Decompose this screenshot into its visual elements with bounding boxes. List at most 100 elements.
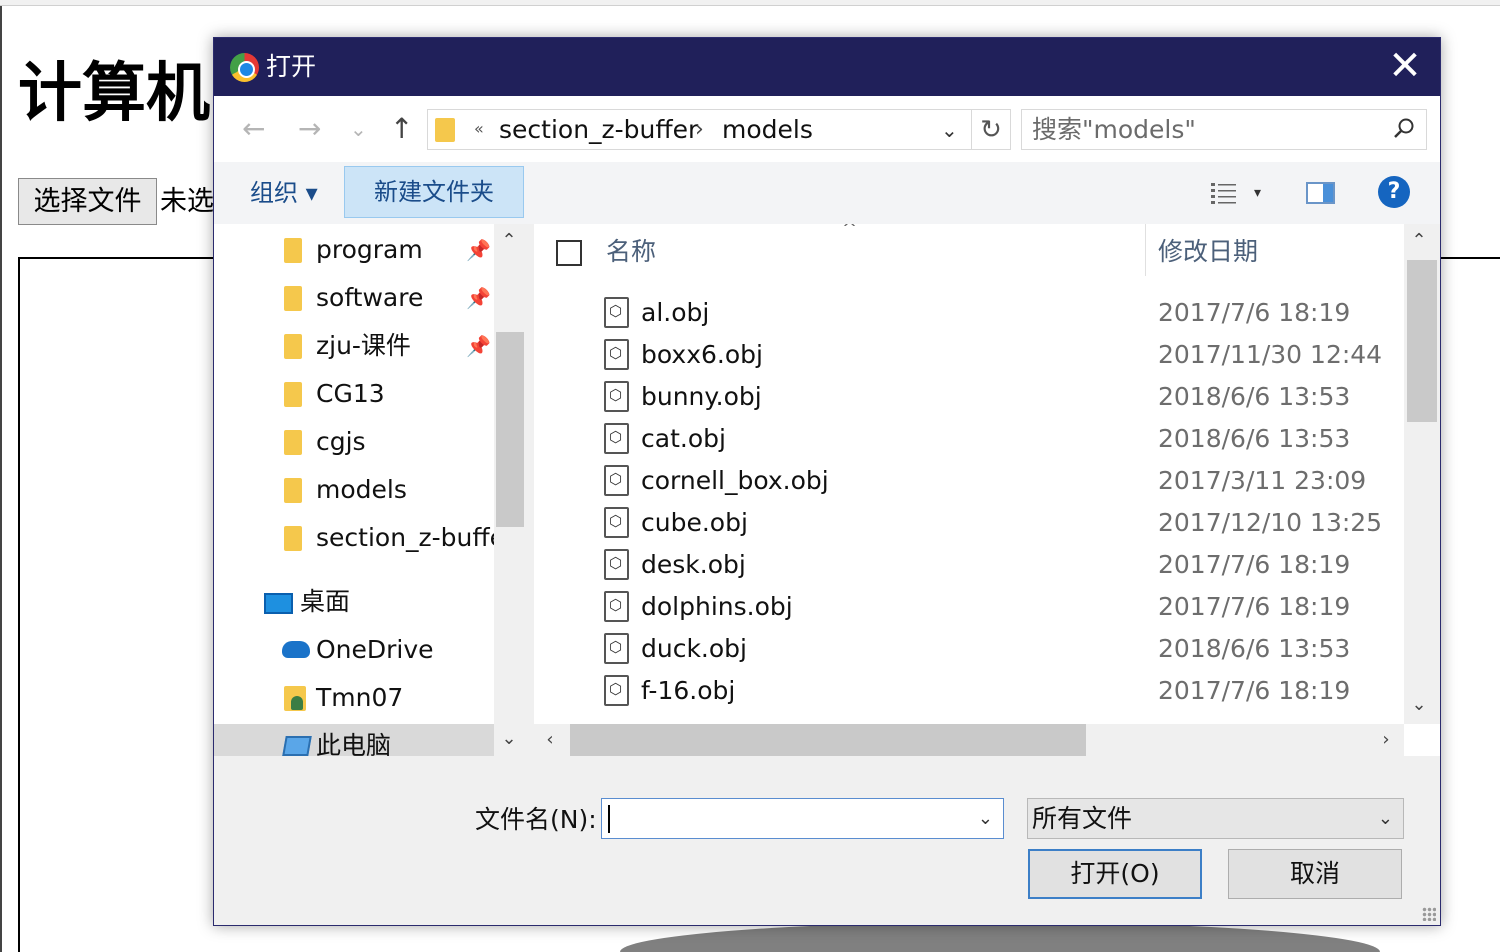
back-arrow-icon[interactable]: ← <box>242 110 265 148</box>
recent-locations-icon[interactable]: ⌄ <box>350 110 367 148</box>
obj-file-icon <box>604 423 629 454</box>
filename-input[interactable]: ⌄ <box>601 798 1004 839</box>
file-list-vertical-scrollbar[interactable]: ⌃ ⌄ <box>1404 224 1440 724</box>
file-date: 2017/7/6 18:19 <box>1158 298 1351 327</box>
sidebar-item-user[interactable]: Tmn07 <box>214 676 494 722</box>
search-icon[interactable] <box>1392 117 1416 141</box>
column-divider[interactable] <box>1145 224 1146 276</box>
dialog-titlebar[interactable]: 打开 ✕ <box>214 38 1440 96</box>
folder-icon <box>284 478 302 503</box>
help-icon[interactable]: ? <box>1378 176 1410 208</box>
breadcrumb-separator-icon[interactable]: › <box>695 112 704 148</box>
choose-file-button[interactable]: 选择文件 <box>18 178 157 225</box>
column-header-date-modified[interactable]: 修改日期 <box>1158 234 1258 270</box>
sidebar-item-desktop[interactable]: 桌面 <box>214 580 494 626</box>
column-header-name[interactable]: 名称 <box>606 234 656 270</box>
desktop-icon <box>264 593 293 614</box>
file-name: cornell_box.obj <box>641 466 829 495</box>
dialog-footer: 文件名(N): ⌄ 所有文件 ⌄ 打开(O) 取消 <box>214 756 1440 925</box>
sidebar-item-cgjs[interactable]: cgjs <box>214 420 494 466</box>
breadcrumb-models[interactable]: models <box>722 112 813 148</box>
file-row[interactable]: al.obj 2017/7/6 18:19 <box>534 292 1404 334</box>
scrollbar-thumb[interactable] <box>496 332 524 527</box>
scroll-left-icon[interactable]: ‹ <box>534 724 566 756</box>
obj-file-icon <box>604 675 629 706</box>
sidebar-item-onedrive[interactable]: OneDrive <box>214 628 494 674</box>
obj-file-icon <box>604 465 629 496</box>
sidebar-item-models[interactable]: models <box>214 468 494 514</box>
sidebar-item-software[interactable]: software 📌 <box>214 276 494 322</box>
address-overflow-icon[interactable]: « <box>474 114 484 144</box>
sort-ascending-icon: ^ <box>842 224 858 239</box>
file-row[interactable]: duck.obj 2018/6/6 13:53 <box>534 628 1404 670</box>
file-date: 2017/7/6 18:19 <box>1158 592 1351 621</box>
folder-icon <box>435 118 455 142</box>
sidebar-item-this-pc[interactable]: 此电脑 <box>214 724 494 756</box>
sidebar-item-label: models <box>316 475 407 504</box>
file-row[interactable]: bunny.obj 2018/6/6 13:53 <box>534 376 1404 418</box>
filename-dropdown-icon[interactable]: ⌄ <box>978 802 993 836</box>
filename-label: 文件名(N): <box>475 805 597 834</box>
user-folder-icon <box>284 686 306 711</box>
file-row[interactable]: f-16.obj 2017/7/6 18:19 <box>534 670 1404 712</box>
navigation-pane: program 📌 software 📌 zju-课件 📌 CG13 cgjs <box>214 224 524 756</box>
file-row[interactable]: cat.obj 2018/6/6 13:53 <box>534 418 1404 460</box>
sidebar-item-section-z-buffer[interactable]: section_z-buffe <box>214 516 505 562</box>
no-file-chosen-text: 未选 <box>160 186 214 217</box>
file-row[interactable]: cube.obj 2017/12/10 13:25 <box>534 502 1404 544</box>
organize-button[interactable]: 组织 ▾ <box>250 176 318 210</box>
search-box[interactable] <box>1021 109 1427 150</box>
file-list-horizontal-scrollbar[interactable]: ‹ › <box>534 724 1404 756</box>
file-row[interactable]: boxx6.obj 2017/11/30 12:44 <box>534 334 1404 376</box>
file-type-select[interactable]: 所有文件 ⌄ <box>1027 798 1404 839</box>
obj-file-icon <box>604 591 629 622</box>
select-all-checkbox[interactable] <box>556 240 582 266</box>
search-input[interactable] <box>1032 111 1372 148</box>
close-button[interactable]: ✕ <box>1370 38 1440 96</box>
computer-icon <box>282 736 312 756</box>
scroll-up-icon[interactable]: ⌃ <box>494 226 524 256</box>
scroll-down-icon[interactable]: ⌄ <box>1404 690 1434 720</box>
sidebar-item-label: zju-课件 <box>316 331 411 360</box>
cancel-button[interactable]: 取消 <box>1228 849 1402 899</box>
file-name: duck.obj <box>641 634 747 663</box>
dialog-title: 打开 <box>266 52 317 81</box>
sidebar-item-label: Tmn07 <box>316 683 404 712</box>
view-dropdown-icon[interactable]: ▾ <box>1254 178 1261 208</box>
obj-file-icon <box>604 549 629 580</box>
address-dropdown-icon[interactable]: ⌄ <box>941 112 958 148</box>
scroll-up-icon[interactable]: ⌃ <box>1404 226 1434 256</box>
file-row[interactable]: desk.obj 2017/7/6 18:19 <box>534 544 1404 586</box>
address-bar[interactable]: « section_z-buffer › models ⌄ <box>427 109 972 150</box>
file-row[interactable]: cornell_box.obj 2017/3/11 23:09 <box>534 460 1404 502</box>
preview-pane-icon[interactable] <box>1306 182 1335 204</box>
breadcrumb-section-z-buffer[interactable]: section_z-buffer <box>499 112 698 148</box>
resize-grip-icon[interactable] <box>1422 907 1436 921</box>
sidebar-item-zju[interactable]: zju-课件 📌 <box>214 324 494 370</box>
sidebar-item-cg13[interactable]: CG13 <box>214 372 494 418</box>
file-list-pane: 名称 ^ 修改日期 al.obj 2017/7/6 18:19 boxx6.ob… <box>534 224 1440 756</box>
folder-icon <box>284 430 302 455</box>
navigation-scrollbar[interactable]: ⌃ ⌄ <box>494 224 524 756</box>
file-date: 2017/11/30 12:44 <box>1158 340 1383 369</box>
scrollbar-thumb[interactable] <box>1407 260 1437 422</box>
obj-file-icon <box>604 297 629 328</box>
folder-icon <box>284 526 302 551</box>
obj-file-icon <box>604 381 629 412</box>
sidebar-item-label: software <box>316 283 424 312</box>
folder-icon <box>284 286 302 311</box>
forward-arrow-icon[interactable]: → <box>298 110 321 148</box>
file-row[interactable]: dolphins.obj 2017/7/6 18:19 <box>534 586 1404 628</box>
scroll-down-icon[interactable]: ⌄ <box>494 724 524 754</box>
view-options-icon[interactable] <box>1210 181 1238 205</box>
pin-icon: 📌 <box>466 238 491 262</box>
new-folder-button[interactable]: 新建文件夹 <box>344 166 524 218</box>
scrollbar-thumb[interactable] <box>570 724 1086 756</box>
up-arrow-icon[interactable]: ↑ <box>390 110 413 148</box>
open-button[interactable]: 打开(O) <box>1028 849 1202 899</box>
refresh-button[interactable]: ↻ <box>972 109 1011 150</box>
text-cursor <box>608 805 610 833</box>
chevron-down-icon: ⌄ <box>1377 808 1393 829</box>
scroll-right-icon[interactable]: › <box>1370 724 1402 756</box>
sidebar-item-program[interactable]: program 📌 <box>214 228 494 274</box>
